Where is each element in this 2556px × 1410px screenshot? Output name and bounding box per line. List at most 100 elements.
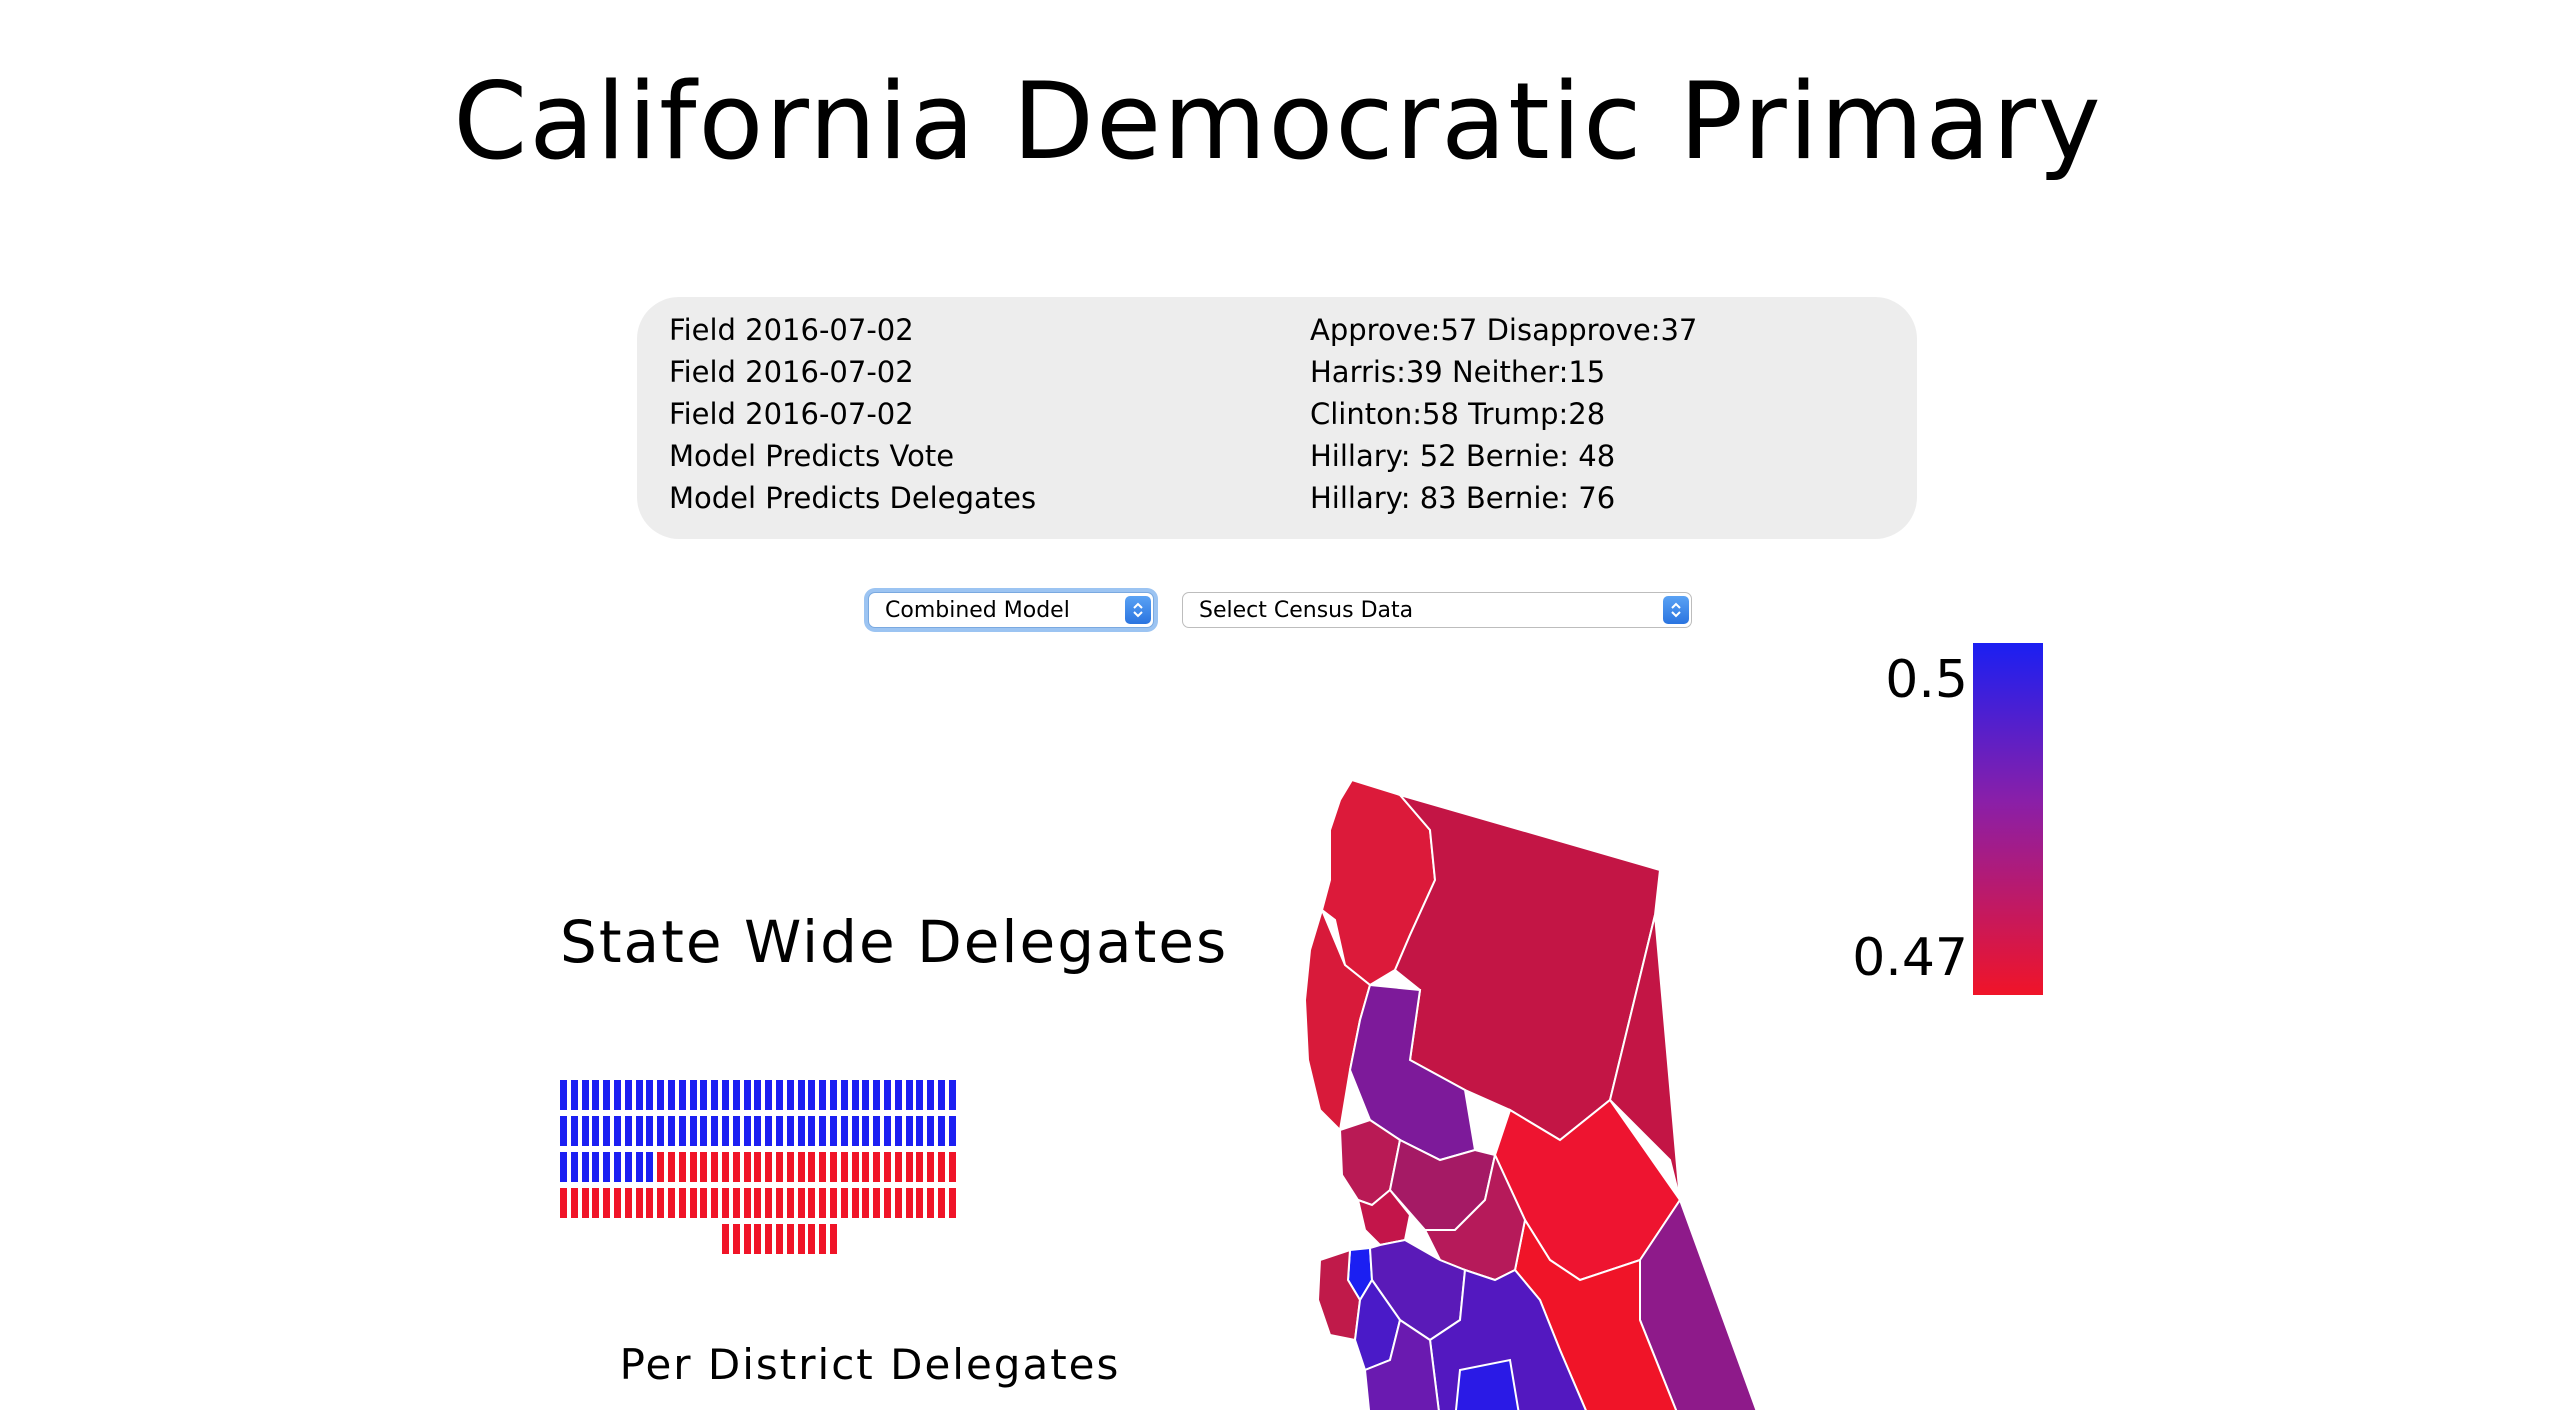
bernie-delegate-mark <box>894 1188 902 1218</box>
bernie-delegate-mark <box>830 1224 837 1254</box>
hillary-delegate-mark <box>862 1080 870 1110</box>
hillary-delegate-mark <box>840 1080 848 1110</box>
bernie-delegate-mark <box>819 1188 827 1218</box>
hillary-delegate-mark <box>776 1116 783 1146</box>
hillary-delegate-mark <box>732 1080 740 1110</box>
bernie-delegate-mark <box>776 1224 783 1254</box>
bernie-delegate-mark <box>884 1152 891 1182</box>
bernie-delegate-mark <box>732 1224 740 1254</box>
bernie-delegate-mark <box>732 1152 740 1182</box>
bernie-delegate-mark <box>776 1188 783 1218</box>
poll-row: Field 2016-07-02 Clinton:58 Trump:28 <box>669 393 1909 435</box>
hillary-delegate-mark <box>635 1116 643 1146</box>
bernie-delegate-mark <box>830 1188 837 1218</box>
bernie-delegate-mark <box>786 1224 794 1254</box>
bernie-delegate-mark <box>700 1152 708 1182</box>
bernie-delegate-mark <box>916 1152 924 1182</box>
hillary-delegate-mark <box>851 1080 859 1110</box>
bernie-delegate-mark <box>678 1152 686 1182</box>
hillary-delegate-mark <box>797 1080 805 1110</box>
bernie-delegate-mark <box>862 1152 870 1182</box>
poll-source: Field 2016-07-02 <box>669 355 914 389</box>
hillary-delegate-mark <box>603 1116 611 1146</box>
bernie-delegate-mark <box>819 1224 827 1254</box>
bernie-delegate-mark <box>700 1188 708 1218</box>
bernie-delegate-mark <box>873 1152 881 1182</box>
poll-result: Harris:39 Neither:15 <box>1310 355 1606 389</box>
bernie-delegate-mark <box>819 1152 827 1182</box>
bernie-delegate-mark <box>743 1224 751 1254</box>
hillary-delegate-mark <box>560 1152 567 1182</box>
bernie-delegate-mark <box>657 1188 665 1218</box>
delegate-grid <box>560 1080 1180 1254</box>
hillary-delegate-mark <box>938 1080 945 1110</box>
hillary-delegate-mark <box>668 1116 675 1146</box>
hillary-delegate-mark <box>830 1080 837 1110</box>
hillary-delegate-mark <box>657 1080 665 1110</box>
california-county-map <box>1303 778 1758 1410</box>
hillary-delegate-mark <box>894 1080 902 1110</box>
hillary-delegate-mark <box>916 1080 924 1110</box>
bernie-delegate-mark <box>808 1152 816 1182</box>
bernie-delegate-mark <box>635 1188 643 1218</box>
per-district-delegates-title: Per District Delegates <box>619 1340 1121 1389</box>
hillary-delegate-mark <box>592 1080 600 1110</box>
hillary-delegate-mark <box>765 1116 773 1146</box>
hillary-delegate-mark <box>722 1116 729 1146</box>
bernie-delegate-mark <box>722 1188 729 1218</box>
bernie-delegate-mark <box>754 1224 762 1254</box>
bernie-delegate-mark <box>592 1188 600 1218</box>
bernie-delegate-mark <box>948 1152 956 1182</box>
bernie-delegate-mark <box>894 1152 902 1182</box>
hillary-delegate-mark <box>873 1116 881 1146</box>
hillary-delegate-mark <box>916 1116 924 1146</box>
bernie-delegate-mark <box>840 1152 848 1182</box>
bernie-delegate-mark <box>732 1188 740 1218</box>
select-arrows-icon <box>1663 596 1689 624</box>
bernie-delegate-mark <box>840 1188 848 1218</box>
bernie-delegate-mark <box>873 1188 881 1218</box>
bernie-delegate-mark <box>797 1188 805 1218</box>
model-select[interactable]: Combined Model <box>868 592 1154 628</box>
bernie-delegate-mark <box>689 1152 697 1182</box>
bernie-delegate-mark <box>808 1224 816 1254</box>
bernie-delegate-mark <box>657 1152 665 1182</box>
bernie-delegate-mark <box>905 1188 913 1218</box>
bernie-delegate-mark <box>668 1152 675 1182</box>
hillary-delegate-mark <box>786 1116 794 1146</box>
hillary-delegate-mark <box>743 1116 751 1146</box>
bernie-delegate-mark <box>603 1188 611 1218</box>
bernie-delegate-mark <box>743 1188 751 1218</box>
bernie-delegate-mark <box>765 1224 773 1254</box>
hillary-delegate-mark <box>927 1116 935 1146</box>
hillary-delegate-mark <box>884 1116 891 1146</box>
hillary-delegate-mark <box>581 1116 589 1146</box>
hillary-delegate-mark <box>592 1116 600 1146</box>
hillary-delegate-mark <box>603 1080 611 1110</box>
bernie-delegate-mark <box>754 1188 762 1218</box>
bernie-delegate-mark <box>678 1188 686 1218</box>
census-data-select[interactable]: Select Census Data <box>1182 592 1692 628</box>
census-select-value: Select Census Data <box>1199 598 1414 623</box>
poll-row: Model Predicts Vote Hillary: 52 Bernie: … <box>669 435 1909 477</box>
bernie-delegate-mark <box>570 1188 578 1218</box>
hillary-delegate-mark <box>722 1080 729 1110</box>
hillary-delegate-mark <box>808 1116 816 1146</box>
poll-row: Model Predicts Delegates Hillary: 83 Ber… <box>669 477 1909 519</box>
hillary-delegate-mark <box>743 1080 751 1110</box>
color-scale-bar <box>1973 643 2043 995</box>
bernie-delegate-mark <box>722 1152 729 1182</box>
model-select-value: Combined Model <box>885 598 1070 623</box>
hillary-delegate-mark <box>700 1080 708 1110</box>
poll-result: Hillary: 52 Bernie: 48 <box>1310 439 1616 473</box>
poll-result: Hillary: 83 Bernie: 76 <box>1310 481 1616 515</box>
bernie-delegate-mark <box>786 1188 794 1218</box>
hillary-delegate-mark <box>819 1080 827 1110</box>
hillary-delegate-mark <box>560 1116 567 1146</box>
hillary-delegate-mark <box>592 1152 600 1182</box>
hillary-delegate-mark <box>689 1116 697 1146</box>
bernie-delegate-mark <box>884 1188 891 1218</box>
bernie-delegate-mark <box>830 1152 837 1182</box>
hillary-delegate-mark <box>927 1080 935 1110</box>
bernie-delegate-mark <box>689 1188 697 1218</box>
